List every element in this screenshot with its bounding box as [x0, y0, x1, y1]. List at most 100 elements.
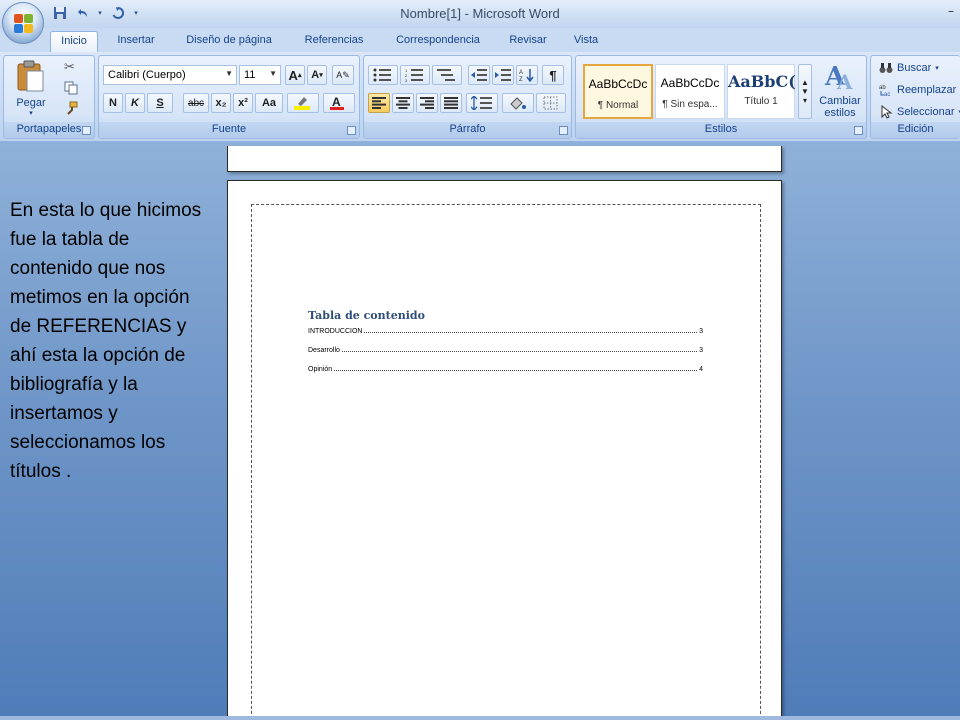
replace-icon: abac [879, 85, 890, 97]
sort-button[interactable]: AZ [516, 65, 538, 85]
clear-format-button[interactable]: A✎ [332, 65, 354, 85]
style-sin-espaciado[interactable]: AaBbCcDc ¶ Sin espa... [655, 64, 725, 119]
toc-entry[interactable]: Desarrollo 3 [308, 346, 703, 356]
group-styles: AaBbCcDc ¶ Normal AaBbCcDc ¶ Sin espa...… [575, 55, 867, 139]
minimize-icon[interactable]: – [948, 4, 954, 18]
increase-indent-icon [495, 69, 511, 81]
chevron-down-icon: ▼ [801, 87, 809, 96]
ribbon: Pegar ▾ ✂ Portapapeles Calibri (Cuerpo) … [0, 52, 960, 142]
bullets-button[interactable] [368, 65, 398, 85]
group-paragraph-label: Párrafo [364, 122, 571, 138]
highlight-button[interactable] [287, 93, 319, 113]
caption-text: En esta lo que hicimos fue la tabla de c… [10, 200, 202, 482]
numbering-button[interactable]: 123 [400, 65, 430, 85]
style-sample: AaBbCcDc [588, 77, 648, 91]
toc-entry-text: INTRODUCCION [308, 328, 363, 335]
binoculars-icon [879, 63, 893, 73]
status-bar [0, 716, 960, 720]
svg-text:Z: Z [519, 77, 523, 82]
italic-button[interactable]: K [125, 93, 145, 113]
align-left-button[interactable] [368, 93, 390, 113]
toc-leader-dots [341, 346, 698, 352]
font-name-combo[interactable]: Calibri (Cuerpo) ▼ [103, 65, 237, 85]
paragraph-launcher-icon[interactable] [559, 126, 568, 135]
shading-button[interactable] [502, 93, 534, 113]
toc-entry[interactable]: INTRODUCCION 3 [308, 327, 703, 337]
align-right-button[interactable] [416, 93, 438, 113]
style-sample: AaBbCcDc [660, 76, 720, 90]
bold-button[interactable]: N [103, 93, 123, 113]
group-clipboard-label: Portapapeles [4, 122, 94, 138]
change-case-button[interactable]: Aa [255, 93, 283, 113]
replace-button[interactable]: ab ac Reemplazar [879, 81, 956, 99]
borders-button[interactable] [536, 93, 566, 113]
office-button[interactable] [2, 2, 44, 44]
group-styles-label: Estilos [576, 122, 866, 138]
font-launcher-icon[interactable] [347, 126, 356, 135]
clipboard-launcher-icon[interactable] [82, 126, 91, 135]
tab-correspondencia[interactable]: Correspondencia [386, 31, 490, 52]
sort-icon: AZ [519, 69, 534, 82]
underline-button[interactable]: S [147, 93, 173, 113]
shrink-font-button[interactable]: A ▾ [307, 65, 327, 85]
title-bar: ▾ ▾ Nombre[1] - Microsoft Word – [0, 0, 960, 28]
toc-leader-dots [334, 365, 698, 371]
cut-icon[interactable]: ✂ [64, 60, 80, 76]
align-center-icon [396, 97, 410, 109]
decrease-indent-button[interactable] [468, 65, 490, 85]
font-color-button[interactable]: A [323, 93, 355, 113]
chevron-down-icon: ▼ [225, 69, 233, 78]
paste-icon [17, 60, 44, 92]
show-formatting-button[interactable]: ¶ [542, 65, 564, 85]
toc-entry-page: 3 [699, 347, 703, 354]
styles-scroll[interactable]: ▲ ▼ ▾ [798, 64, 812, 119]
subscript-button[interactable]: x₂ [211, 93, 231, 113]
document-page[interactable]: Tabla de contenido INTRODUCCION 3 Desarr… [227, 180, 782, 720]
svg-text:ab: ab [879, 85, 886, 91]
tab-revisar[interactable]: Revisar [500, 31, 556, 52]
find-button[interactable]: Buscar ▾ [879, 59, 939, 77]
group-paragraph: 123 AZ ¶ Párrafo [363, 55, 572, 139]
svg-text:A: A [519, 70, 523, 76]
align-left-icon [372, 97, 386, 109]
find-label: Buscar [897, 62, 932, 74]
change-styles-button[interactable]: A A Cambiar estilos [816, 59, 864, 121]
styles-launcher-icon[interactable] [854, 126, 863, 135]
change-styles-label: Cambiar estilos [819, 95, 861, 119]
tab-vista[interactable]: Vista [566, 31, 606, 52]
previous-page [227, 146, 782, 172]
multilevel-list-button[interactable] [432, 65, 462, 85]
strikethrough-button[interactable]: abc [183, 93, 209, 113]
group-font-label: Fuente [99, 122, 359, 138]
toc-leader-dots [364, 327, 698, 333]
tab-insertar[interactable]: Insertar [108, 31, 164, 52]
align-center-button[interactable] [392, 93, 414, 113]
increase-indent-button[interactable] [492, 65, 514, 85]
select-button[interactable]: Seleccionar ▾ [879, 103, 960, 121]
style-name: ¶ Sin espa... [662, 99, 718, 110]
font-size-combo[interactable]: 11 ▼ [239, 65, 281, 85]
format-painter-icon[interactable] [64, 100, 80, 116]
superscript-button[interactable]: x² [233, 93, 253, 113]
text-boundary [251, 204, 761, 720]
copy-icon[interactable] [64, 80, 80, 96]
justify-icon [444, 97, 458, 109]
tab-diseno-pagina[interactable]: Diseño de página [176, 31, 282, 52]
change-styles-icon: A A [824, 62, 853, 91]
line-spacing-button[interactable] [466, 93, 498, 113]
justify-button[interactable] [440, 93, 462, 113]
svg-text:3: 3 [405, 78, 408, 82]
toc-entry-page: 4 [699, 366, 703, 373]
style-titulo-1[interactable]: AaBbC( Título 1 [727, 64, 796, 119]
toc-entry[interactable]: Opinión 4 [308, 365, 703, 375]
chevron-down-icon: ▾ [935, 65, 939, 72]
font-name-value: Calibri (Cuerpo) [108, 69, 186, 81]
tab-inicio[interactable]: Inicio [50, 31, 98, 52]
paste-button[interactable]: Pegar ▾ [12, 59, 50, 117]
tab-referencias[interactable]: Referencias [294, 31, 374, 52]
replace-label: Reemplazar [897, 84, 957, 96]
grow-font-button[interactable]: A ▴ [285, 65, 305, 85]
toc-title[interactable]: Tabla de contenido [308, 309, 425, 322]
line-spacing-icon [471, 96, 492, 110]
style-normal[interactable]: AaBbCcDc ¶ Normal [583, 64, 653, 119]
